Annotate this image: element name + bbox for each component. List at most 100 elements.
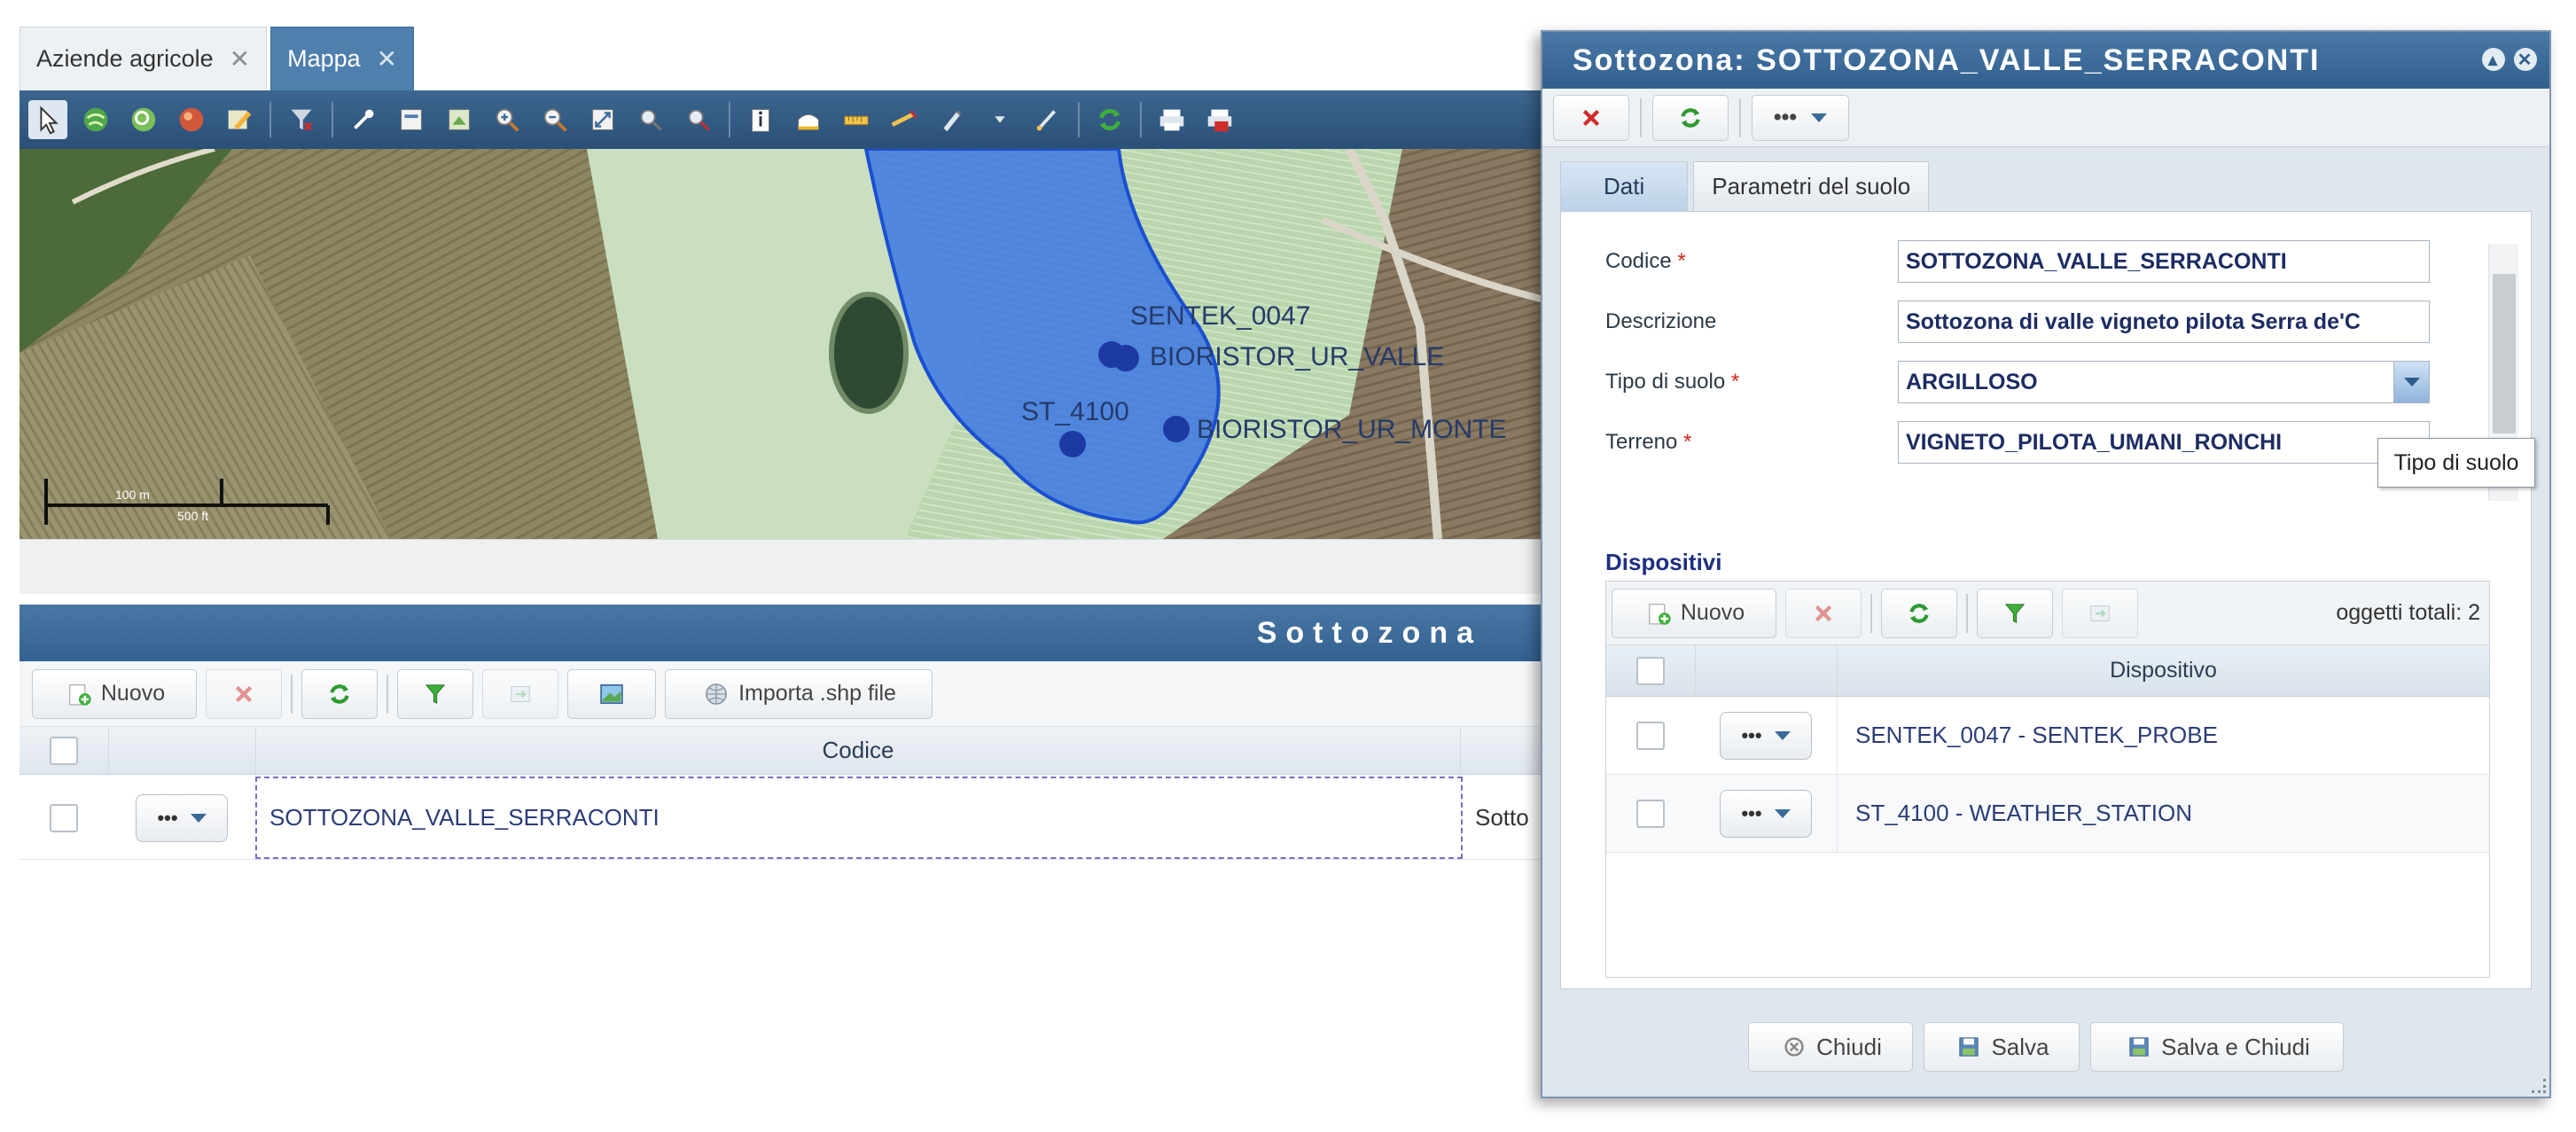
new-button[interactable]: Nuovo	[32, 668, 197, 719]
select-all-checkbox[interactable]	[1636, 656, 1665, 685]
dialog-delete-button[interactable]	[1553, 94, 1629, 141]
tab-mappa[interactable]: Mappa ✕	[270, 27, 415, 90]
edit-geometry-button[interactable]	[1028, 100, 1067, 139]
delete-button[interactable]	[206, 668, 282, 719]
import-shp-button[interactable]: Importa .shp file	[665, 668, 933, 719]
row-actions-button[interactable]: •••	[1720, 711, 1812, 760]
tab-aziende-agricole[interactable]: Aziende agricole ✕	[20, 27, 268, 90]
form-row-descrizione: Descrizione Sottozona di valle vigneto p…	[1605, 301, 2430, 343]
pointer-tool-button[interactable]	[28, 100, 67, 139]
tipo-suolo-select[interactable]: ARGILLOSO	[1898, 361, 2430, 403]
map-label-st4100: ST_4100	[1021, 397, 1129, 426]
refresh-button[interactable]	[301, 668, 378, 719]
codice-field[interactable]: SOTTOZONA_VALLE_SERRACONTI	[1898, 240, 2430, 283]
dispositivo-cell[interactable]: SENTEK_0047 - SENTEK_PROBE	[1837, 697, 2489, 774]
grid-header: Codice	[20, 727, 1544, 775]
map-scale-bar: 100 m 500 ft	[44, 470, 346, 532]
tab-panel-dati: Codice * SOTTOZONA_VALLE_SERRACONTI Desc…	[1560, 211, 2532, 989]
ruler-icon	[844, 115, 869, 126]
menu-column-header	[1695, 645, 1837, 696]
layer-button[interactable]	[392, 100, 431, 139]
row-actions-button[interactable]: •••	[1720, 789, 1812, 838]
map-status-bar	[20, 539, 1544, 594]
zoom-in-button[interactable]	[488, 100, 527, 139]
close-icon[interactable]: ✕	[377, 44, 397, 74]
row-actions-button[interactable]: •••	[136, 793, 228, 842]
dialog-more-button[interactable]: •••	[1752, 94, 1849, 141]
globe-red-button[interactable]	[172, 100, 211, 139]
close-icon[interactable]: ✕	[230, 44, 250, 74]
globe-red-icon	[179, 107, 204, 132]
table-row[interactable]: ••• SOTTOZONA_VALLE_SERRACONTI Sotto	[20, 777, 1544, 860]
info-button[interactable]	[741, 100, 780, 139]
dispositivi-filter-button[interactable]	[1977, 588, 2053, 638]
draw-dropdown-button[interactable]	[980, 100, 1019, 139]
zoom-out-button[interactable]	[535, 100, 574, 139]
minimize-icon[interactable]: ▴	[2482, 48, 2505, 71]
globe-green-button[interactable]	[76, 100, 115, 139]
map-canvas[interactable]: SENTEK_0047 BIORISTOR_UR_VALLE ST_4100 B…	[20, 149, 1544, 539]
filter-button[interactable]	[397, 668, 473, 719]
resize-handle[interactable]	[2532, 1079, 2546, 1093]
dialog-title: Sottozona: SOTTOZONA_VALLE_SERRACONTI	[1573, 43, 2321, 77]
tab-label: Aziende agricole	[36, 45, 214, 72]
dispositivi-grid: Nuovo oggetti totali: 2 Dispositivo ••• …	[1605, 581, 2490, 978]
measure-area-button[interactable]	[789, 100, 828, 139]
row-select-cell	[1606, 697, 1695, 774]
dispositivi-delete-button[interactable]	[1785, 588, 1862, 638]
dispositivo-cell[interactable]: ST_4100 - WEATHER_STATION	[1837, 775, 2489, 852]
terreno-field[interactable]: VIGNETO_PILOTA_UMANI_RONCHI	[1898, 421, 2430, 464]
refresh-map-button[interactable]	[1090, 100, 1129, 139]
globe-zoom-button[interactable]	[124, 100, 163, 139]
export-button[interactable]	[482, 668, 558, 719]
row-checkbox[interactable]	[1636, 799, 1665, 828]
map-extent-button[interactable]	[440, 100, 479, 139]
next-view-button[interactable]	[679, 100, 718, 139]
globe-icon	[83, 107, 108, 132]
previous-view-button[interactable]	[631, 100, 670, 139]
save-close-button[interactable]: Salva e Chiudi	[2090, 1022, 2344, 1072]
dispositivi-export-button[interactable]	[2062, 588, 2138, 638]
map-view-button[interactable]	[567, 668, 656, 719]
row-select-cell	[1606, 775, 1695, 852]
save-button-label: Salva	[1991, 1033, 2049, 1060]
zoom-extent-button[interactable]	[583, 100, 622, 139]
list-item[interactable]: ••• ST_4100 - WEATHER_STATION	[1606, 775, 2489, 853]
close-icon[interactable]: ✕	[2514, 48, 2537, 71]
dispositivi-new-button[interactable]: Nuovo	[1612, 588, 1776, 638]
delete-feature-button[interactable]	[282, 100, 321, 139]
descrizione-field[interactable]: Sottozona di valle vigneto pilota Serra …	[1898, 301, 2430, 343]
tab-parametri-suolo[interactable]: Parametri del suolo	[1693, 161, 1930, 211]
measure-tool-button[interactable]	[885, 100, 924, 139]
add-point-button[interactable]	[344, 100, 383, 139]
column-header-codice[interactable]: Codice	[255, 727, 1461, 774]
toolbar-separator	[291, 674, 293, 714]
panel-title: Sottozona	[1256, 615, 1482, 650]
tab-dati[interactable]: Dati	[1560, 161, 1689, 211]
print-button[interactable]	[1152, 100, 1191, 139]
row-checkbox[interactable]	[1636, 721, 1665, 750]
dispositivi-refresh-button[interactable]	[1881, 588, 1957, 638]
export-pdf-button[interactable]	[1200, 100, 1239, 139]
scrollbar-thumb[interactable]	[2493, 274, 2516, 433]
dialog-refresh-button[interactable]	[1652, 94, 1729, 141]
menu-column-header	[108, 727, 255, 774]
measure-icon	[891, 110, 917, 127]
draw-tool-button[interactable]	[933, 100, 972, 139]
dialog-title-bar[interactable]: Sottozona: SOTTOZONA_VALLE_SERRACONTI ▴ …	[1542, 32, 2549, 89]
column-header-dispositivo[interactable]: Dispositivo	[1837, 645, 2489, 696]
close-button[interactable]: Chiudi	[1748, 1022, 1913, 1072]
form-row-tipo-suolo: Tipo di suolo * ARGILLOSO	[1605, 361, 2430, 403]
save-button[interactable]: Salva	[1924, 1022, 2080, 1072]
edit-layer-button[interactable]	[220, 100, 259, 139]
select-all-checkbox[interactable]	[50, 736, 78, 765]
form-row-codice: Codice * SOTTOZONA_VALLE_SERRACONTI	[1605, 240, 2430, 283]
list-item[interactable]: ••• SENTEK_0047 - SENTEK_PROBE	[1606, 697, 2489, 775]
globe-icon	[706, 683, 727, 705]
measure-line-button[interactable]	[837, 100, 876, 139]
required-marker: *	[1683, 430, 1692, 454]
more-icon: •••	[157, 806, 178, 829]
tipo-suolo-dropdown-button[interactable]	[2393, 362, 2429, 402]
row-checkbox[interactable]	[50, 803, 78, 832]
row-codice-cell[interactable]: SOTTOZONA_VALLE_SERRACONTI	[255, 777, 1463, 859]
